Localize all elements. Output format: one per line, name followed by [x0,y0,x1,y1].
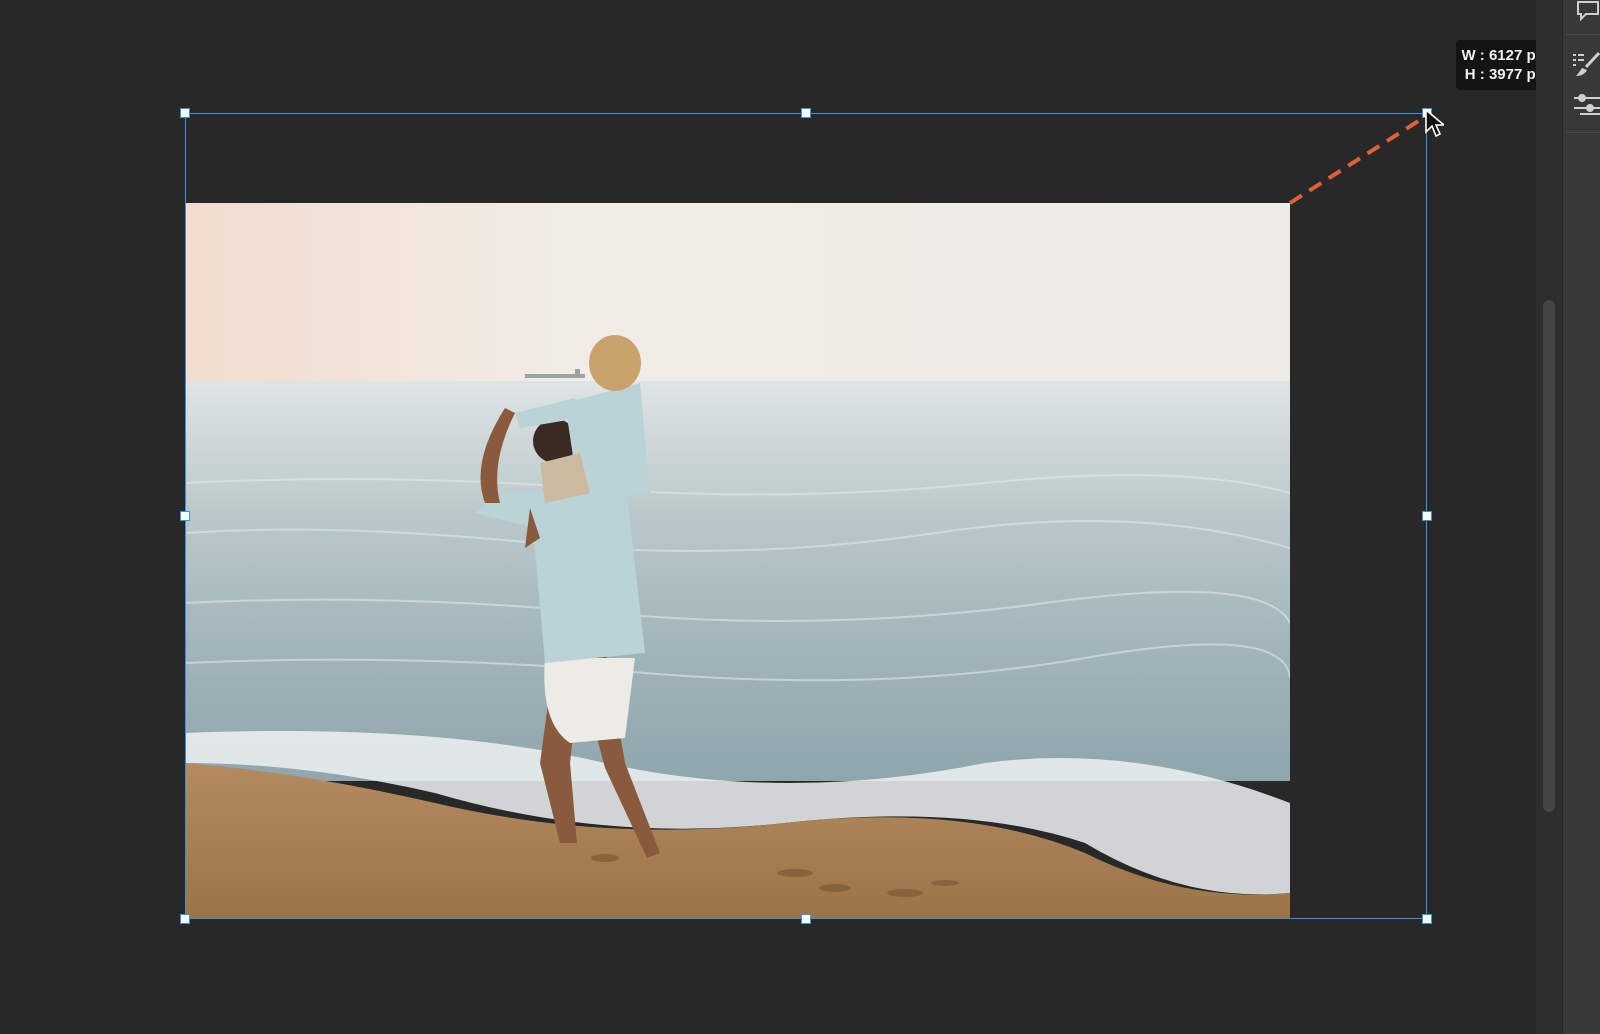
handle-bottom-left[interactable] [180,914,190,924]
handle-top-left[interactable] [180,108,190,118]
mouse-cursor-icon [1425,108,1444,138]
handle-middle-right[interactable] [1422,511,1432,521]
handle-middle-left[interactable] [180,511,190,521]
panel-separator [1566,34,1600,35]
handle-top-center[interactable] [801,108,811,118]
width-readout: W : 6127 px [1461,47,1544,64]
placed-photo[interactable] [185,203,1290,919]
comment-icon[interactable] [1572,0,1600,28]
brush-icon[interactable] [1572,50,1600,78]
panel-separator [1566,132,1600,133]
vertical-scrollbar-thumb[interactable] [1543,300,1555,812]
handle-bottom-center[interactable] [801,914,811,924]
handle-bottom-right[interactable] [1422,914,1432,924]
panel-strip [1562,0,1600,1034]
adjustments-icon[interactable] [1572,92,1600,120]
height-readout: H : 3977 px [1464,66,1544,83]
